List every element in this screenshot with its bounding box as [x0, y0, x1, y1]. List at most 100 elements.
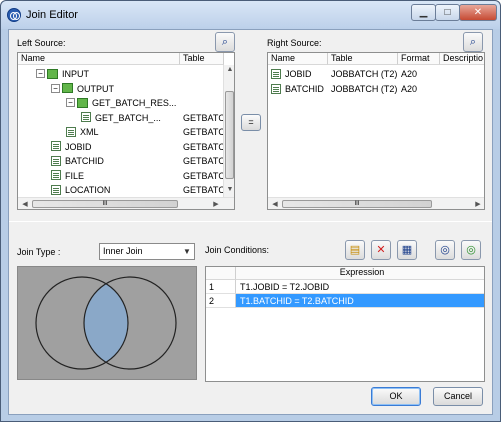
scroll-left-arrow[interactable]: ◀ — [270, 200, 280, 208]
tree-row-table: GETBATC — [183, 141, 225, 152]
new-condition-button[interactable]: ▤ — [345, 240, 365, 260]
app-icon — [7, 8, 21, 22]
left-horizontal-scrollbar[interactable]: ◀ III ▶ — [18, 197, 234, 209]
tree-row-name: OUTPUT — [77, 83, 114, 94]
join-conditions-table[interactable]: Expression 1 T1.JOBID = T2.JOBID 2 T1.BATCH… — [205, 266, 485, 382]
tree-row-name: XML — [80, 127, 99, 137]
join-conditions-label: Join Conditions: — [205, 245, 270, 255]
left-col-name[interactable]: Name — [18, 53, 180, 65]
tree-row[interactable]: − GET_BATCH_RES... — [18, 96, 223, 110]
table-icon — [51, 170, 61, 181]
left-hscroll-thumb[interactable]: III — [32, 200, 178, 208]
left-source-tree[interactable]: Name Table − INPUT − OUTPUT − GET_BATCH_RES..… — [17, 52, 235, 210]
section-divider — [9, 221, 492, 222]
new-document-icon: ▤ — [349, 244, 361, 256]
tree-row[interactable]: FILE GETBATC — [18, 169, 225, 183]
cube-icon — [62, 83, 73, 94]
table-icon — [271, 83, 281, 94]
collapse-toggle[interactable]: − — [66, 98, 75, 108]
inner-join-button[interactable]: ◎ — [435, 240, 455, 260]
window-title: Join Editor — [26, 9, 78, 21]
right-hscroll-thumb[interactable]: III — [282, 200, 432, 208]
right-row-table-text: JOBBATCH (T2) — [331, 69, 397, 79]
tree-row[interactable]: XML GETBATC — [18, 125, 225, 139]
table-icon — [51, 155, 61, 166]
delete-condition-button[interactable]: ✕ — [371, 240, 391, 260]
left-col-table[interactable]: Table — [180, 53, 224, 65]
dialog-body: Left Source: ⌕ Name Table − INPUT − OUTPUT −… — [8, 29, 493, 415]
join-editor-window: Join Editor ▁ □ ✕ Left Source: ⌕ Name Ta… — [0, 0, 501, 422]
collapse-toggle[interactable]: − — [51, 83, 60, 93]
tree-row-name: BATCHID — [65, 156, 104, 166]
scroll-down-arrow[interactable]: ▼ — [225, 186, 234, 193]
right-row-name[interactable]: JOBID — [271, 67, 327, 82]
condition-row-number[interactable]: 1 — [206, 280, 236, 294]
tree-row[interactable]: BATCHID GETBATC — [18, 154, 225, 168]
tree-row-table: GETBATC — [183, 127, 225, 137]
minimize-button[interactable]: ▁ — [411, 4, 436, 21]
join-circles-colored-icon: ◎ — [466, 244, 476, 256]
right-row-description — [443, 82, 484, 97]
condition-expression[interactable]: T1.BATCHID = T2.BATCHID — [236, 294, 484, 308]
right-col-format[interactable]: Format — [398, 53, 440, 65]
conditions-expression-header[interactable]: Expression — [236, 267, 484, 280]
tree-row-name: FILE — [65, 170, 85, 181]
right-row-name-text: JOBID — [285, 69, 312, 79]
tree-row-name: INPUT — [62, 69, 89, 79]
scroll-left-arrow[interactable]: ◀ — [20, 200, 30, 208]
right-source-label: Right Source: — [267, 38, 322, 48]
tree-row-name: LOCATION — [65, 185, 111, 195]
condition-expression[interactable]: T1.JOBID = T2.JOBID — [236, 280, 484, 294]
scroll-right-arrow[interactable]: ▶ — [211, 200, 221, 208]
add-condition-equals-button[interactable]: = — [241, 114, 261, 131]
tree-row-table: GETBATC — [183, 170, 225, 181]
tree-row[interactable]: LOCATION GETBATC — [18, 183, 225, 197]
cube-icon — [47, 68, 58, 79]
join-type-value: Inner Join — [103, 246, 143, 256]
join-type-select[interactable]: Inner Join ▼ — [99, 243, 195, 260]
left-find-button[interactable]: ⌕ — [215, 32, 235, 52]
right-row-name[interactable]: BATCHID — [271, 82, 327, 97]
left-vertical-scrollbar[interactable]: ▲ ▼ — [223, 65, 234, 197]
ok-button[interactable]: OK — [371, 387, 421, 406]
tree-row[interactable]: JOBID GETBATC — [18, 140, 225, 154]
left-source-label: Left Source: — [17, 38, 66, 48]
tree-row-name: GET_BATCH_RES... — [92, 98, 177, 108]
cancel-button[interactable]: Cancel — [433, 387, 483, 406]
title-bar[interactable]: Join Editor ▁ □ ✕ — [1, 1, 500, 29]
venn-diagram — [17, 266, 197, 380]
right-col-table[interactable]: Table — [328, 53, 398, 65]
binoculars-icon: ⌕ — [221, 36, 229, 48]
right-source-table[interactable]: Name Table Format Descriptio JOBID JOBBAT… — [267, 52, 485, 210]
right-find-button[interactable]: ⌕ — [463, 32, 483, 52]
right-row-table: JOBBATCH (T2) — [331, 82, 397, 97]
cube-icon — [77, 97, 88, 108]
tree-row[interactable]: − OUTPUT — [18, 82, 223, 96]
right-row-name-text: BATCHID — [285, 84, 324, 94]
tree-row-table: GETBATC — [183, 185, 225, 195]
table-icon — [271, 68, 281, 79]
join-circles-icon: ◎ — [440, 244, 450, 256]
right-horizontal-scrollbar[interactable]: ◀ III ▶ — [268, 197, 484, 209]
table-icon — [51, 141, 61, 152]
maximize-button[interactable]: □ — [435, 4, 460, 21]
right-col-name[interactable]: Name — [268, 53, 328, 65]
expression-builder-button[interactable]: ▦ — [397, 240, 417, 260]
chevron-down-icon: ▼ — [183, 247, 191, 256]
collapse-toggle[interactable]: − — [36, 69, 45, 79]
scroll-right-arrow[interactable]: ▶ — [473, 200, 483, 208]
left-vscroll-thumb[interactable] — [225, 91, 234, 179]
right-col-description[interactable]: Descriptio — [440, 53, 484, 65]
scroll-up-arrow[interactable]: ▲ — [225, 66, 234, 73]
close-button[interactable]: ✕ — [459, 4, 497, 21]
condition-row-number[interactable]: 2 — [206, 294, 236, 308]
binoculars-icon: ⌕ — [469, 36, 477, 48]
tree-row[interactable]: GET_BATCH_... GETBATC — [18, 111, 225, 125]
calculator-icon: ▦ — [401, 244, 413, 256]
outer-join-button[interactable]: ◎ — [461, 240, 481, 260]
join-type-label: Join Type : — [17, 247, 61, 257]
right-row-format-text: A20 — [401, 84, 418, 94]
conditions-num-header — [206, 267, 236, 280]
tree-row-table: GETBATC — [183, 112, 225, 123]
tree-row[interactable]: − INPUT — [18, 67, 223, 81]
